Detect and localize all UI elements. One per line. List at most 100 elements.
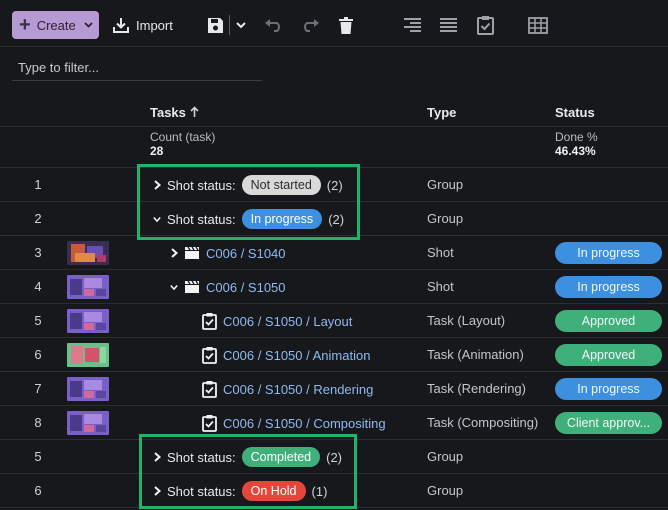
import-label: Import	[136, 17, 173, 33]
shot-cell: C006 / S1040	[170, 236, 286, 270]
shot-link[interactable]: C006 / S1040	[206, 246, 286, 261]
status-badge[interactable]: In progress	[555, 378, 662, 400]
sort-ascending-icon	[190, 106, 199, 118]
count-value: 28	[150, 144, 164, 158]
import-icon	[112, 16, 130, 34]
row-number: 8	[34, 415, 42, 430]
type-cell: Shot	[427, 279, 454, 294]
shot-row[interactable]: 4 C006 / S1050 Shot In progress	[0, 270, 668, 304]
type-cell: Task (Compositing)	[427, 415, 539, 430]
thumbnail	[67, 275, 109, 299]
row-number: 6	[34, 483, 42, 498]
filter-field[interactable]	[12, 54, 262, 81]
highlight-box	[137, 164, 360, 240]
header-divider	[0, 126, 668, 127]
chevron-down-icon	[84, 22, 93, 28]
column-header-type[interactable]: Type	[427, 98, 456, 126]
done-label: Done %	[555, 130, 598, 144]
align-right-button[interactable]	[401, 14, 423, 36]
shot-row[interactable]: 3 C006 / S1040 Shot In progress	[0, 236, 668, 270]
align-justify-button[interactable]	[437, 14, 459, 36]
row-number: 3	[34, 245, 42, 260]
type-cell: Group	[427, 449, 464, 464]
status-badge[interactable]: Client approv...	[555, 412, 662, 434]
thumbnail	[67, 411, 109, 435]
align-justify-icon	[439, 17, 457, 33]
shot-link[interactable]: C006 / S1050	[206, 280, 286, 295]
task-view-button[interactable]	[474, 13, 496, 37]
table-view-button[interactable]	[527, 14, 549, 36]
task-link[interactable]: C006 / S1050 / Compositing	[223, 416, 386, 431]
align-right-icon	[403, 17, 421, 33]
task-link[interactable]: C006 / S1050 / Layout	[223, 314, 352, 329]
column-header-tasks[interactable]: Tasks	[150, 98, 199, 126]
type-cell: Group	[427, 211, 464, 226]
row-number: 6	[34, 347, 42, 362]
column-header-status[interactable]: Status	[555, 98, 595, 126]
delete-button[interactable]	[336, 14, 356, 36]
type-cell: Task (Layout)	[427, 313, 506, 328]
task-cell: C006 / S1050 / Layout	[202, 304, 352, 338]
clipboard-check-icon	[202, 312, 217, 330]
chevron-down-icon	[236, 21, 246, 29]
toolbar-divider	[0, 46, 668, 47]
type-cell: Group	[427, 483, 464, 498]
chevron-right-icon[interactable]	[170, 248, 178, 258]
undo-button[interactable]	[263, 14, 285, 36]
table-icon	[528, 16, 548, 34]
task-row[interactable]: 5 C006 / S1050 / Layout Task (Layout) Ap…	[0, 304, 668, 338]
task-link[interactable]: C006 / S1050 / Rendering	[223, 382, 373, 397]
count-summary: Count (task) 28	[150, 130, 215, 166]
clipboard-check-icon	[202, 380, 217, 398]
type-cell: Group	[427, 177, 464, 192]
clipboard-check-icon	[202, 414, 217, 432]
create-button[interactable]: + Create	[12, 11, 99, 39]
filter-input[interactable]	[12, 54, 262, 80]
row-number: 4	[34, 279, 42, 294]
save-button[interactable]	[205, 14, 225, 36]
row-number: 5	[34, 313, 42, 328]
done-value: 46.43%	[555, 144, 596, 158]
thumbnail	[67, 241, 109, 265]
highlight-box	[139, 434, 357, 509]
task-link[interactable]: C006 / S1050 / Animation	[223, 348, 370, 363]
column-label: Tasks	[150, 104, 186, 120]
save-options-button[interactable]	[234, 14, 248, 36]
task-row[interactable]: 6 C006 / S1050 / Animation Task (Animati…	[0, 338, 668, 372]
clipboard-check-icon	[476, 15, 494, 35]
trash-icon	[339, 16, 353, 34]
row-number: 2	[34, 211, 42, 226]
count-label: Count (task)	[150, 130, 216, 144]
type-cell: Task (Rendering)	[427, 381, 526, 396]
column-label: Status	[555, 104, 595, 120]
create-label: Create	[36, 17, 76, 33]
column-label: Type	[427, 104, 457, 120]
import-button[interactable]: Import	[112, 13, 173, 37]
toolbar: + Create Import	[0, 0, 668, 50]
type-cell: Task (Animation)	[427, 347, 524, 362]
status-badge[interactable]: In progress	[555, 242, 662, 264]
row-number: 7	[34, 381, 42, 396]
chevron-down-icon[interactable]	[170, 284, 178, 291]
clapperboard-icon	[184, 246, 200, 260]
status-badge[interactable]: Approved	[555, 310, 662, 332]
row-number: 5	[34, 449, 42, 464]
plus-icon: +	[19, 14, 31, 36]
clapperboard-icon	[184, 280, 200, 294]
thumbnail	[67, 309, 109, 333]
task-row[interactable]: 7 C006 / S1050 / Rendering Task (Renderi…	[0, 372, 668, 406]
type-cell: Shot	[427, 245, 454, 260]
save-icon	[207, 17, 224, 34]
thumbnail	[67, 377, 109, 401]
thumbnail	[67, 343, 109, 367]
shot-cell: C006 / S1050	[170, 270, 286, 304]
task-cell: C006 / S1050 / Rendering	[202, 372, 373, 406]
status-badge[interactable]: Approved	[555, 344, 662, 366]
status-badge[interactable]: In progress	[555, 276, 662, 298]
done-summary: Done % 46.43%	[555, 130, 598, 166]
undo-icon	[264, 18, 284, 32]
redo-icon	[300, 18, 320, 32]
task-cell: C006 / S1050 / Animation	[202, 338, 370, 372]
clipboard-check-icon	[202, 346, 217, 364]
redo-button[interactable]	[299, 14, 321, 36]
